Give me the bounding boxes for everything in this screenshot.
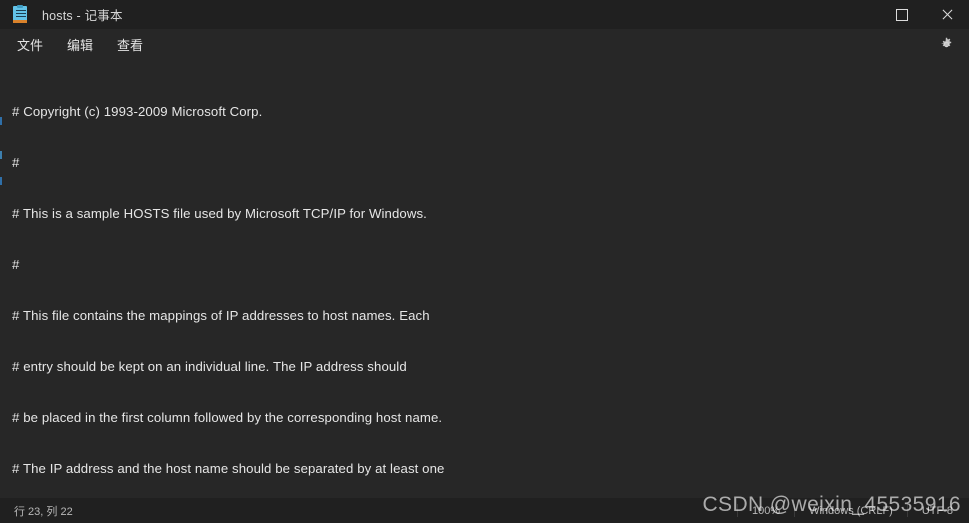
maximize-icon xyxy=(895,8,908,21)
notepad-window: hosts - 记事本 文件 编辑 查看 # Copyright (c) 199… xyxy=(0,0,969,523)
menu-bar: 文件 编辑 查看 xyxy=(0,29,969,59)
text-line: # The IP address and the host name shoul… xyxy=(12,461,445,476)
text-editor-area[interactable]: # Copyright (c) 1993-2009 Microsoft Corp… xyxy=(0,59,969,498)
title-bar: hosts - 记事本 xyxy=(0,0,969,29)
window-title: hosts - 记事本 xyxy=(42,9,123,23)
window-controls xyxy=(879,0,969,29)
encoding-indicator[interactable]: UTF-8 xyxy=(906,504,969,517)
menu-item-view[interactable]: 查看 xyxy=(108,32,152,57)
text-line: # xyxy=(12,155,20,170)
menu-item-edit[interactable]: 编辑 xyxy=(58,32,102,57)
text-line: # entry should be kept on an individual … xyxy=(12,359,407,374)
selection-accent-bar xyxy=(0,59,2,498)
text-line: # Copyright (c) 1993-2009 Microsoft Corp… xyxy=(12,104,263,119)
close-button[interactable] xyxy=(924,0,969,29)
status-bar-right-group: 100% Windows (CRLF) UTF-8 xyxy=(736,498,969,523)
line-ending-indicator[interactable]: Windows (CRLF) xyxy=(794,504,907,517)
menu-item-file[interactable]: 文件 xyxy=(8,32,52,57)
cursor-position-indicator: 行 23, 列 22 xyxy=(14,505,73,518)
maximize-button[interactable] xyxy=(879,0,924,29)
status-bar: 行 23, 列 22 100% Windows (CRLF) UTF-8 xyxy=(0,498,969,523)
file-content[interactable]: # Copyright (c) 1993-2009 Microsoft Corp… xyxy=(0,69,969,498)
text-line: # This file contains the mappings of IP … xyxy=(12,308,430,323)
text-line: # xyxy=(12,257,20,272)
zoom-level-indicator[interactable]: 100% xyxy=(736,504,794,517)
close-icon xyxy=(941,9,953,21)
text-line: # This is a sample HOSTS file used by Mi… xyxy=(12,206,427,221)
text-line: # be placed in the first column followed… xyxy=(12,410,443,425)
notepad-icon xyxy=(12,4,28,24)
gear-icon[interactable] xyxy=(935,33,957,55)
